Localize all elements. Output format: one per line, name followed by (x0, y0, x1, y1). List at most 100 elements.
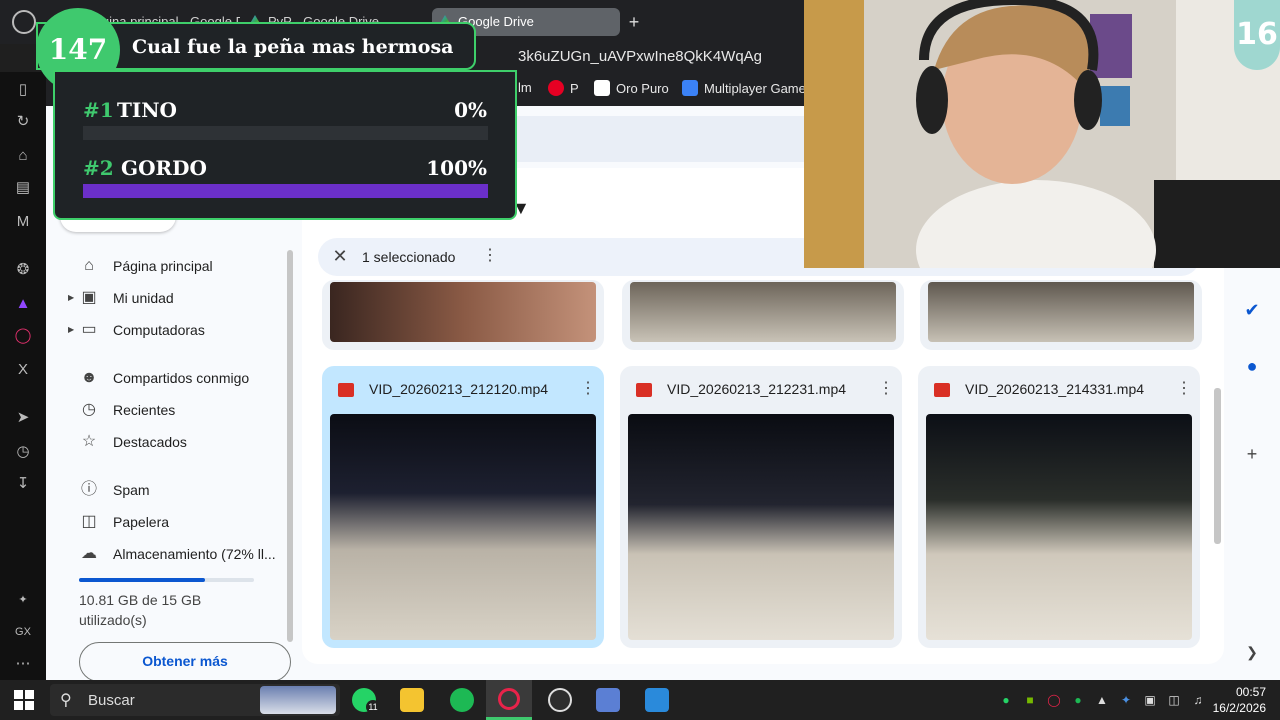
history-icon[interactable]: ◷ (13, 442, 33, 462)
option-rank: #1 (83, 98, 114, 122)
option-name: GORDO (121, 156, 207, 180)
tasks-icon[interactable]: ✔ (1242, 300, 1262, 320)
expand-panel-icon[interactable]: ❯ (1242, 642, 1262, 662)
nav-label: Compartidos conmigo (113, 370, 250, 386)
obs-icon[interactable] (548, 688, 572, 712)
option-rank: #2 (83, 156, 114, 180)
drive-icon: ▣ (81, 289, 97, 306)
gx-logo-icon[interactable]: GX (13, 622, 33, 642)
send-icon[interactable]: ➤ (13, 408, 33, 428)
instagram-icon[interactable]: ◯ (13, 326, 33, 346)
nav-compartidos[interactable]: ☻ Compartidos conmigo (68, 366, 298, 390)
video-thumbnail[interactable] (628, 414, 894, 640)
file-menu-icon[interactable]: ⋮ (878, 379, 894, 399)
chatgpt-icon[interactable]: ❂ (13, 260, 33, 280)
bookmark-label: lm (518, 80, 532, 95)
nav-label: Página principal (113, 258, 213, 274)
video-thumbnail[interactable] (330, 414, 596, 640)
home-icon: ⌂ (84, 257, 94, 274)
whatsapp-badge: 11 (366, 700, 380, 714)
x-icon[interactable]: X (13, 360, 33, 380)
pinterest-icon (548, 80, 564, 96)
nav-scrollbar[interactable] (287, 250, 293, 642)
file-card-partial[interactable] (920, 280, 1202, 350)
gx-tv-icon[interactable]: ▤ (13, 178, 33, 198)
twitch-icon[interactable]: ▲ (13, 294, 33, 314)
storage-text: 10.81 GB de 15 GB utilizado(s) (79, 592, 202, 628)
taskbar-search[interactable]: ⚲ Buscar (50, 684, 340, 716)
opera-gx-task-active[interactable] (486, 680, 532, 720)
clock-time: 00:57 (1235, 685, 1266, 699)
nav-destacados[interactable]: ☆ Destacados (68, 430, 298, 454)
gx-controller-icon[interactable]: ▯ (13, 80, 33, 100)
add-addon-icon[interactable]: + (1242, 444, 1262, 464)
video-thumbnail[interactable] (330, 282, 596, 342)
more-icon[interactable]: ⋯ (13, 654, 33, 674)
nav-mi-unidad[interactable]: ▶ ▣ Mi unidad (68, 286, 298, 310)
game-icon (682, 80, 698, 96)
video-thumbnail[interactable] (630, 282, 896, 342)
file-area-scrollbar[interactable] (1214, 388, 1221, 544)
video-editor-icon[interactable] (645, 688, 669, 712)
gx-speed-icon[interactable]: ↻ (13, 112, 33, 132)
tray-opera-icon[interactable]: ◯ (1046, 692, 1062, 708)
trash-icon: ◫ (81, 513, 97, 530)
nav-pagina-principal[interactable]: ⌂ Página principal (68, 254, 298, 278)
tray-volume-icon[interactable]: ♫ (1190, 692, 1206, 708)
clear-selection-icon[interactable]: ✕ (330, 246, 350, 266)
windows-start-icon[interactable] (14, 690, 34, 710)
tray-spotify-icon[interactable]: ● (1070, 692, 1086, 708)
video-file-icon (934, 383, 950, 397)
opera-gx-logo-icon[interactable] (12, 10, 36, 34)
video-thumbnail[interactable] (928, 282, 1194, 342)
file-card-partial[interactable] (622, 280, 904, 350)
bookmark-multiplayer-game[interactable]: Multiplayer Game (682, 80, 806, 96)
file-card-partial[interactable] (322, 280, 604, 350)
nav-papelera[interactable]: ◫ Papelera (68, 510, 298, 534)
file-explorer-icon[interactable] (400, 688, 424, 712)
video-file-icon (338, 383, 354, 397)
gx-store-icon[interactable]: ⌂ (13, 146, 33, 166)
nav-computadoras[interactable]: ▶ ▭ Computadoras (68, 318, 298, 342)
expand-caret-icon[interactable]: ▶ (68, 318, 74, 342)
nav-almacenamiento[interactable]: ☁ Almacenamiento (72% ll... (68, 542, 298, 566)
bookmark-label: Oro Puro (616, 81, 669, 96)
opera-gx-icon (498, 688, 520, 710)
file-card[interactable]: VID_20260213_212120.mp4 ⋮ (322, 366, 604, 648)
clock-date: 16/2/2026 (1212, 701, 1266, 715)
download-icon[interactable]: ↧ (13, 474, 33, 494)
file-name: VID_20260213_212120.mp4 (369, 381, 549, 397)
option-bar-fill (83, 184, 488, 198)
tray-security-icon[interactable]: ▣ (1142, 692, 1158, 708)
bookmark-lm[interactable]: lm (518, 80, 532, 95)
spotify-icon[interactable] (450, 688, 474, 712)
file-menu-icon[interactable]: ⋮ (580, 379, 596, 399)
new-tab-button[interactable]: + (624, 12, 644, 32)
bookmark-label: P (570, 81, 579, 96)
whatsapp-icon[interactable]: 11 (352, 688, 380, 714)
tray-network-icon[interactable]: ◫ (1166, 692, 1182, 708)
tray-overflow-icon[interactable]: ▲ (1094, 692, 1110, 708)
star-icon: ☆ (81, 433, 97, 450)
taskbar-clock[interactable]: 00:57 16/2/2026 (1213, 684, 1266, 716)
tray-whatsapp-icon[interactable]: ● (998, 692, 1014, 708)
bookmark-pinterest[interactable]: P (548, 80, 579, 96)
video-thumbnail[interactable] (926, 414, 1192, 640)
file-card[interactable]: VID_20260213_212231.mp4 ⋮ (620, 366, 902, 648)
expand-caret-icon[interactable]: ▶ (68, 286, 74, 310)
file-card[interactable]: VID_20260213_214331.mp4 ⋮ (918, 366, 1200, 648)
paint-icon[interactable] (596, 688, 620, 712)
url-text[interactable]: 3k6uZUGn_uAVPxwIne8QkK4WqAg (518, 48, 762, 65)
tray-bluetooth-icon[interactable]: ✦ (1118, 692, 1134, 708)
file-menu-icon[interactable]: ⋮ (1176, 379, 1192, 399)
nav-recientes[interactable]: ◷ Recientes (68, 398, 298, 422)
get-more-storage-button[interactable]: Obtener más (79, 642, 291, 682)
nav-spam[interactable]: ⓘ Spam (68, 478, 298, 502)
tray-nvidia-icon[interactable]: ■ (1022, 692, 1038, 708)
contacts-icon[interactable]: ● (1242, 356, 1262, 376)
more-actions-icon[interactable]: ⋮ (482, 246, 498, 266)
gx-sidebar: ▯ ↻ ⌂ ▤ M ❂ ▲ ◯ X ➤ ◷ ↧ ✦ GX ⋯ (0, 72, 46, 680)
gx-fx-icon[interactable]: ✦ (13, 590, 33, 610)
gx-m-icon[interactable]: M (13, 212, 33, 232)
bookmark-oro-puro[interactable]: Oro Puro (594, 80, 669, 96)
